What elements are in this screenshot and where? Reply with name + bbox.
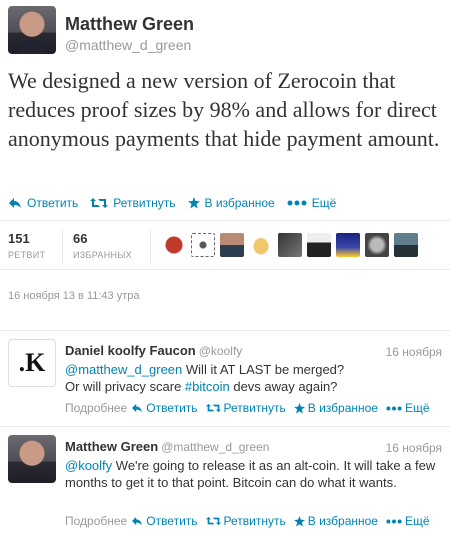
favorites-stat[interactable]: 66 ИЗБРАННЫХ [73,231,132,260]
more-button[interactable]: Ещё [287,196,337,210]
reply-text: @koolfy We're going to release it as an … [65,457,443,491]
retweets-stat[interactable]: 151 РЕТВИТ [8,231,45,260]
reply-author[interactable]: Daniel koolfy Faucon @koolfy [65,343,242,358]
retweet-icon [205,516,221,526]
author-name[interactable]: Matthew Green [65,14,194,35]
retweet-button[interactable]: Ретвитнуть [205,401,286,415]
avatar[interactable] [365,233,389,257]
star-icon [187,197,200,209]
avatar[interactable] [249,233,273,257]
retweet-button[interactable]: Ретвитнуть [90,196,176,210]
reply-text-part: Will it AT LAST be merged? [182,362,345,377]
main-tweet: Matthew Green @matthew_d_green We design… [0,0,450,318]
retweet-label: Ретвитнуть [113,196,176,210]
hashtag-link[interactable]: #bitcoin [185,379,230,394]
star-icon [293,515,305,527]
tweet-timestamp[interactable]: 16 ноября 13 в 11:43 утра [8,290,139,302]
reply-actions: Подробнее Ответить Ретвитнуть В избранно… [65,514,438,528]
reply-text-part: Or will privacy scare [65,379,185,394]
favorite-button[interactable]: В избранное [293,401,378,415]
details-link[interactable]: Подробнее [65,401,127,415]
favorite-button[interactable]: В избранное [187,196,275,210]
reply-tweet: Matthew Green @matthew_d_green 16 ноября … [0,426,450,537]
reply-icon [132,516,143,526]
avatar[interactable] [307,233,331,257]
star-icon [293,402,305,414]
reply-label: Ответить [146,401,198,415]
retweet-button[interactable]: Ретвитнуть [205,514,286,528]
reply-icon [132,403,143,413]
avatar[interactable] [162,233,186,257]
retweet-label: Ретвитнуть [223,401,286,415]
avatar[interactable] [278,233,302,257]
reply-timestamp[interactable]: 16 ноября [386,345,442,359]
favorites-count: 66 [73,231,88,246]
avatar[interactable] [8,6,56,54]
retweet-label: Ретвитнуть [223,514,286,528]
reply-author-handle: @koolfy [198,344,243,358]
retweet-icon [90,198,109,208]
reply-text-part: We're going to release it as an alt-coin… [65,458,436,490]
reply-timestamp[interactable]: 16 ноября [386,441,442,455]
retweeter-avatars [162,233,423,257]
more-dots-icon [386,519,402,523]
favorite-label: В избранное [204,196,275,210]
reply-text-part: devs away again? [229,379,338,394]
reply-button[interactable]: Ответить [8,196,78,210]
reply-author[interactable]: Matthew Green @matthew_d_green [65,439,269,454]
avatar[interactable] [394,233,418,257]
tweet-actions: Ответить Ретвитнуть В избранное Ещё [8,196,348,210]
reply-button[interactable]: Ответить [131,514,198,528]
reply-tweet: .K Daniel koolfy Faucon @koolfy 16 ноября… [0,330,450,426]
avatar[interactable] [8,435,56,483]
favorite-label: В избранное [307,514,378,528]
favorite-label: В избранное [307,401,378,415]
details-link[interactable]: Подробнее [65,514,127,528]
retweets-count: 151 [8,231,30,246]
avatar-glyph: .K [18,348,46,377]
reply-author-name: Matthew Green [65,439,159,454]
more-label: Ещё [404,401,430,415]
more-button[interactable]: Ещё [386,514,430,528]
favorites-label: ИЗБРАННЫХ [73,250,132,260]
more-dots-icon [386,406,402,410]
reply-icon [9,198,21,208]
reply-actions: Подробнее Ответить Ретвитнуть В избранно… [65,401,438,415]
mention-link[interactable]: @matthew_d_green [65,362,182,377]
author-handle[interactable]: @matthew_d_green [65,37,191,53]
avatar[interactable] [220,233,244,257]
mention-link[interactable]: @koolfy [65,458,112,473]
avatar[interactable] [191,233,215,257]
reply-label: Ответить [27,196,79,210]
more-dots-icon [287,200,307,206]
favorite-button[interactable]: В избранное [293,514,378,528]
more-label: Ещё [404,514,430,528]
more-button[interactable]: Ещё [386,401,430,415]
retweet-icon [205,403,221,413]
avatar[interactable]: .K [8,339,56,387]
tweet-text: We designed a new version of Zerocoin th… [8,68,440,151]
divider [150,229,151,263]
divider [62,229,63,263]
reply-label: Ответить [146,514,198,528]
reply-text: @matthew_d_green Will it AT LAST be merg… [65,361,443,395]
avatar[interactable] [336,233,360,257]
reply-author-handle: @matthew_d_green [161,440,270,454]
reply-button[interactable]: Ответить [131,401,198,415]
retweets-label: РЕТВИТ [8,250,46,260]
reply-author-name: Daniel koolfy Faucon [65,343,196,358]
more-label: Ещё [311,196,337,210]
